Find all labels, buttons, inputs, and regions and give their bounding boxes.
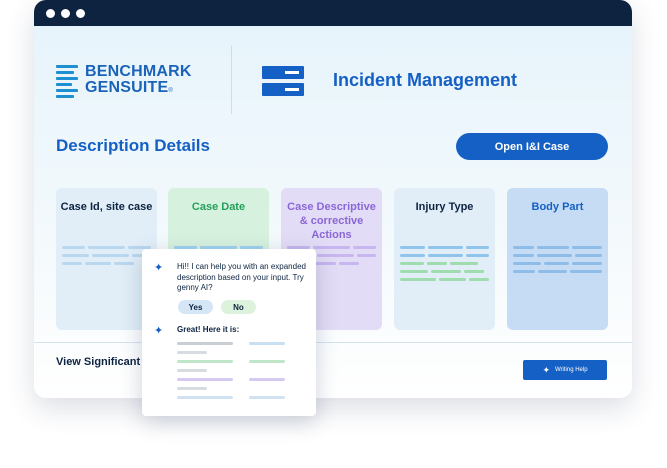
genny-ai-popup: ✦ Hi!! I can help you with an expanded d… [142,249,316,416]
footer-divider [34,342,632,343]
field-card-title: Injury Type [415,201,474,213]
window-control-dot[interactable] [46,8,55,18]
generated-text-placeholder [177,342,287,405]
field-card-title: Case Id, site case [60,201,153,213]
module-title: Incident Management [333,70,518,90]
ai-suggestion-message: Hi!! I can help you with an expanded des… [177,262,306,292]
open-case-button[interactable]: Open I&I Case [456,133,608,160]
window-control-dot[interactable] [61,8,70,18]
field-card-title: Body Part [531,201,584,213]
view-significant-label: View Significant [56,356,141,368]
sparkle-icon: ✦ [154,262,164,274]
field-placeholder-lines [400,246,490,286]
no-button[interactable]: No [221,300,256,314]
benchmark-gensuite-logo: BENCHMARK GENSUITE® [56,64,192,99]
stage: BENCHMARK GENSUITE® Incident Management … [0,0,667,468]
yes-button[interactable]: Yes [178,300,213,314]
module-icon [262,66,304,96]
field-placeholder-lines [513,246,602,278]
logo-line-1: BENCHMARK [85,63,192,80]
field-card[interactable]: Body Part [507,188,608,330]
app-window: BENCHMARK GENSUITE® Incident Management … [34,0,632,398]
window-titlebar [34,0,632,26]
field-card-title: Case Date [191,201,246,213]
logo-line-2: GENSUITE [85,79,169,96]
ai-reply-label: Great! Here it is: [177,325,240,334]
writing-help-button[interactable]: ✦ Writing Help [523,360,607,380]
writing-help-label: Writing Help [554,367,588,373]
field-card[interactable]: Injury Type [394,188,495,330]
logo-registered-mark: ® [168,88,174,94]
section-title: Description Details [56,136,210,155]
app-content: BENCHMARK GENSUITE® Incident Management … [34,26,632,398]
sparkle-icon: ✦ [542,364,550,375]
window-control-dot[interactable] [76,8,85,18]
field-placeholder-lines [62,246,152,270]
header-divider [231,46,232,114]
sparkle-icon: ✦ [154,325,164,337]
logo-mark-icon [56,65,78,98]
field-card-title: Case Descriptive & corrective Actions [287,201,376,241]
